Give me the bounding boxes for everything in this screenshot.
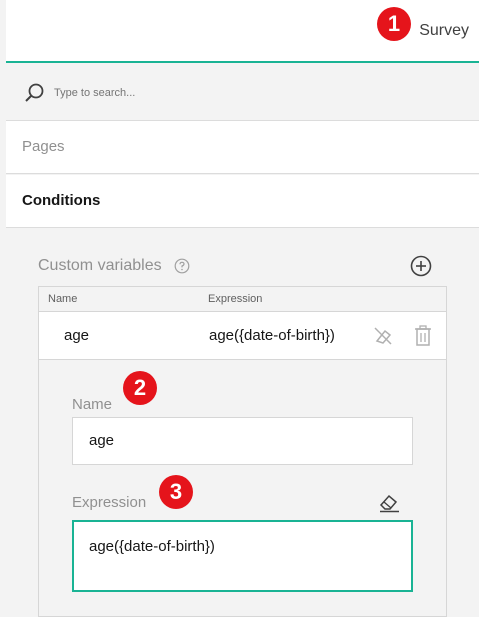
section-pages-label: Pages — [22, 138, 65, 155]
variable-editor: Name age Expression age({date-of-birth}) — [39, 360, 446, 616]
trash-icon[interactable] — [413, 324, 433, 348]
search-bar — [6, 67, 479, 121]
custom-variables-table: Name Expression age age({date-of-birth})… — [38, 286, 447, 617]
table-row[interactable]: age age({date-of-birth}) — [39, 311, 446, 360]
help-icon[interactable] — [174, 258, 190, 274]
section-conditions[interactable]: Conditions — [6, 175, 479, 228]
expression-field-label: Expression — [72, 494, 147, 511]
custom-variables-title: Custom variables — [38, 257, 162, 274]
variable-expression-cell: age({date-of-birth}) — [209, 327, 335, 344]
column-header-expression: Expression — [208, 293, 263, 305]
search-icon — [25, 83, 44, 102]
section-pages[interactable]: Pages — [6, 121, 479, 174]
callout-badge-3: 3 — [159, 475, 193, 509]
search-input[interactable] — [54, 84, 354, 102]
eraser-icon[interactable] — [377, 491, 401, 513]
expression-editor[interactable]: age({date-of-birth}) — [72, 520, 413, 592]
custom-variables-panel: Custom variables Name Expression age age… — [6, 229, 479, 617]
callout-badge-1: 1 — [377, 7, 411, 41]
clear-icon[interactable] — [372, 325, 394, 347]
callout-badge-2: 2 — [123, 371, 157, 405]
name-field-label: Name — [72, 396, 113, 413]
variable-name-cell: age — [64, 327, 90, 344]
section-conditions-label: Conditions — [22, 192, 101, 209]
tab-survey[interactable]: Survey — [419, 22, 469, 40]
name-input[interactable]: age — [72, 417, 413, 465]
column-header-name: Name — [48, 293, 78, 305]
add-variable-icon[interactable] — [410, 255, 432, 277]
